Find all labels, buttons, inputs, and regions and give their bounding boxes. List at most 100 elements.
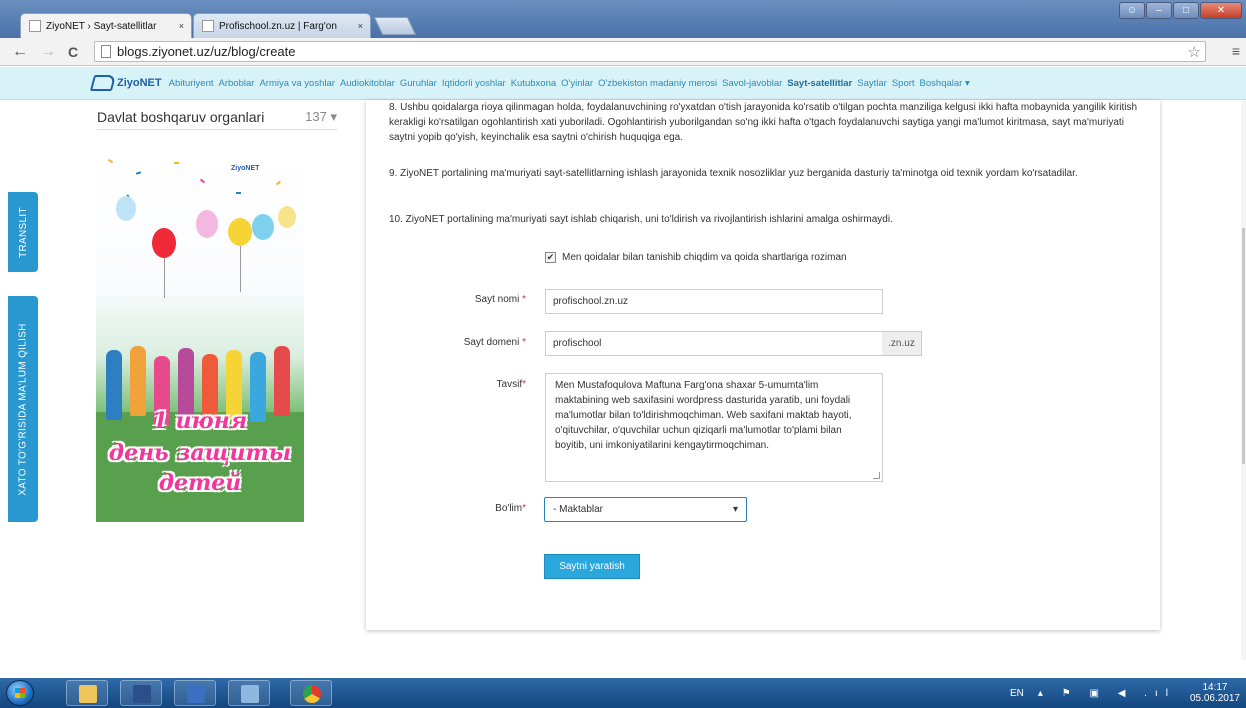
rule-10: 10. ZiyoNET portalining ma'muriyati sayt… <box>389 214 893 225</box>
browser-menu-icon[interactable]: ≡ <box>1232 43 1240 59</box>
section-selected-value: - Maktablar <box>553 504 604 515</box>
nav-link-savol-javoblar[interactable]: Savol-javoblar <box>722 78 782 89</box>
balloon <box>196 210 218 238</box>
banner-logo: ZiyoNET <box>231 165 260 172</box>
maximize-button[interactable]: □ <box>1173 2 1199 19</box>
tab-title: Profischool.zn.uz | Farg'on <box>219 20 337 32</box>
clock-date: 05.06.2017 <box>1189 693 1240 704</box>
confetti <box>275 180 282 186</box>
balloon-string <box>164 258 165 298</box>
system-tray: EN ▴ ⚑ ▣ ◀ .ıl 14:17 05.06.2017 <box>1010 678 1246 708</box>
balloon-string <box>240 246 241 292</box>
nav-link-saytlar[interactable]: Saytlar <box>857 78 887 89</box>
confetti <box>135 171 142 175</box>
description-textarea[interactable]: Men Mustafoqulova Maftuna Farg'ona shaxa… <box>545 373 883 482</box>
confetti <box>236 192 241 194</box>
translit-tab[interactable]: TRANSLIT <box>8 192 38 272</box>
domain-suffix: .zn.uz <box>882 331 922 356</box>
nav-link-sayt-satellitlar[interactable]: Sayt-satellitlar <box>787 78 852 89</box>
agree-label: Men qoidalar bilan tanishib chiqdim va q… <box>562 252 847 263</box>
logo-icon <box>89 75 117 91</box>
app-taskbar-button[interactable] <box>228 680 270 706</box>
site-name-input[interactable]: profischool.zn.uz <box>545 289 883 314</box>
site-name-label: Sayt nomi * <box>474 294 526 305</box>
description-label: Tavsif* <box>496 379 526 390</box>
url-text: blogs.ziyonet.uz/uz/blog/create <box>117 44 296 59</box>
window-close-button[interactable]: ✕ <box>1200 2 1242 19</box>
confetti <box>107 158 114 164</box>
site-nav: ZiyoNET Abituriyent Arboblar Armiya va y… <box>0 67 1246 100</box>
children-day-banner[interactable]: ZiyoNET 1 июня день защиты детей <box>96 152 304 522</box>
browser-tab-profischool[interactable]: Profischool.zn.uz | Farg'on × <box>193 13 371 38</box>
page-icon <box>101 45 111 58</box>
nav-link-kutubxona[interactable]: Kutubxona <box>511 78 556 89</box>
sidebar-category-item[interactable]: Davlat boshqaruv organlari 137 ▾ <box>97 104 337 130</box>
tab-close-icon[interactable]: × <box>179 21 184 31</box>
clock[interactable]: 14:17 05.06.2017 <box>1190 682 1240 704</box>
page-icon <box>29 20 41 32</box>
language-indicator[interactable]: EN <box>1010 688 1024 699</box>
back-button[interactable]: ← <box>12 43 28 61</box>
nav-link-abituriyent[interactable]: Abituriyent <box>169 78 214 89</box>
explorer-taskbar-button[interactable] <box>66 680 108 706</box>
nav-link-armiya[interactable]: Armiya va yoshlar <box>259 78 335 89</box>
resize-handle-icon[interactable] <box>873 472 880 479</box>
site-domain-label: Sayt domeni * <box>463 337 526 348</box>
tab-close-icon[interactable]: × <box>358 21 363 31</box>
address-bar: ← → C blogs.ziyonet.uz/uz/blog/create ☆ … <box>0 38 1246 66</box>
chevron-down-icon: ▾ <box>732 504 738 515</box>
section-select[interactable]: - Maktablar ▾ <box>544 497 747 522</box>
section-label: Bo'lim* <box>495 503 526 514</box>
create-site-button[interactable]: Saytni yaratish <box>544 554 640 579</box>
banner-line-2: день защиты <box>108 440 292 466</box>
rule-9: 9. ZiyoNET portalining ma'muriyati sayt-… <box>389 168 1078 179</box>
page-icon <box>202 20 214 32</box>
url-input[interactable]: blogs.ziyonet.uz/uz/blog/create ☆ <box>94 41 1206 62</box>
nav-link-iqtidorli[interactable]: Iqtidorli yoshlar <box>442 78 506 89</box>
browser-tab-ziyonet[interactable]: ZiyoNET › Sayt-satellitlar × <box>20 13 192 38</box>
save-taskbar-button[interactable] <box>120 680 162 706</box>
site-domain-input[interactable]: profischool <box>545 331 883 356</box>
forward-button[interactable]: → <box>40 43 56 61</box>
nav-link-guruhlar[interactable]: Guruhlar <box>400 78 437 89</box>
category-name: Davlat boshqaruv organlari <box>97 108 265 125</box>
minimize-button[interactable]: – <box>1146 2 1172 19</box>
tab-title: ZiyoNET › Sayt-satellitlar <box>46 20 157 32</box>
tray-icons[interactable]: ▴ ⚑ ▣ ◀ .ıl <box>1038 688 1176 699</box>
category-count: 137 ▾ <box>305 108 337 124</box>
browser-tab-bar: ZiyoNET › Sayt-satellitlar × Profischool… <box>0 0 1246 38</box>
balloon <box>278 206 296 228</box>
nav-link-oyinlar[interactable]: O'yinlar <box>561 78 593 89</box>
clock-time: 14:17 <box>1202 682 1228 693</box>
agree-checkbox-row[interactable]: ✔ Men qoidalar bilan tanishib chiqdim va… <box>545 252 847 263</box>
report-error-tab[interactable]: XATO TO'G'RISIDA MA'LUM QILISH <box>8 296 38 522</box>
chrome-taskbar-button[interactable] <box>290 680 332 706</box>
bookmark-star-icon[interactable]: ☆ <box>1188 43 1201 61</box>
confetti <box>174 162 179 164</box>
agree-checkbox[interactable]: ✔ <box>545 252 556 263</box>
windows-taskbar: EN ▴ ⚑ ▣ ◀ .ıl 14:17 05.06.2017 <box>0 678 1246 708</box>
confetti <box>199 178 206 184</box>
person-icon[interactable]: ☺ <box>1119 2 1145 19</box>
word-taskbar-button[interactable] <box>174 680 216 706</box>
reload-button[interactable]: C <box>68 44 78 60</box>
scrollbar-thumb[interactable] <box>1242 228 1245 464</box>
nav-link-arboblar[interactable]: Arboblar <box>219 78 255 89</box>
kid-figure <box>130 346 146 416</box>
banner-line-1: 1 июня <box>152 408 248 434</box>
rule-8: 8. Ushbu qoidalarga rioya qilinmagan hol… <box>389 102 1138 143</box>
nav-link-boshqalar[interactable]: Boshqalar ▾ <box>920 78 970 89</box>
balloon <box>252 214 274 240</box>
create-site-card: 8. Ushbu qoidalarga rioya qilinmagan hol… <box>366 100 1160 630</box>
start-button[interactable] <box>6 680 34 706</box>
ziyonet-logo[interactable]: ZiyoNET <box>89 75 162 91</box>
balloon <box>228 218 252 246</box>
nav-link-madaniy-meros[interactable]: O'zbekiston madaniy merosi <box>598 78 717 89</box>
window-controls: ☺ – □ ✕ <box>1119 2 1242 19</box>
nav-link-audiokitoblar[interactable]: Audiokitoblar <box>340 78 395 89</box>
balloon <box>116 196 136 221</box>
nav-link-sport[interactable]: Sport <box>892 78 915 89</box>
new-tab-button[interactable] <box>373 17 417 35</box>
kid-figure <box>274 346 290 416</box>
banner-line-3: детей <box>158 470 242 496</box>
